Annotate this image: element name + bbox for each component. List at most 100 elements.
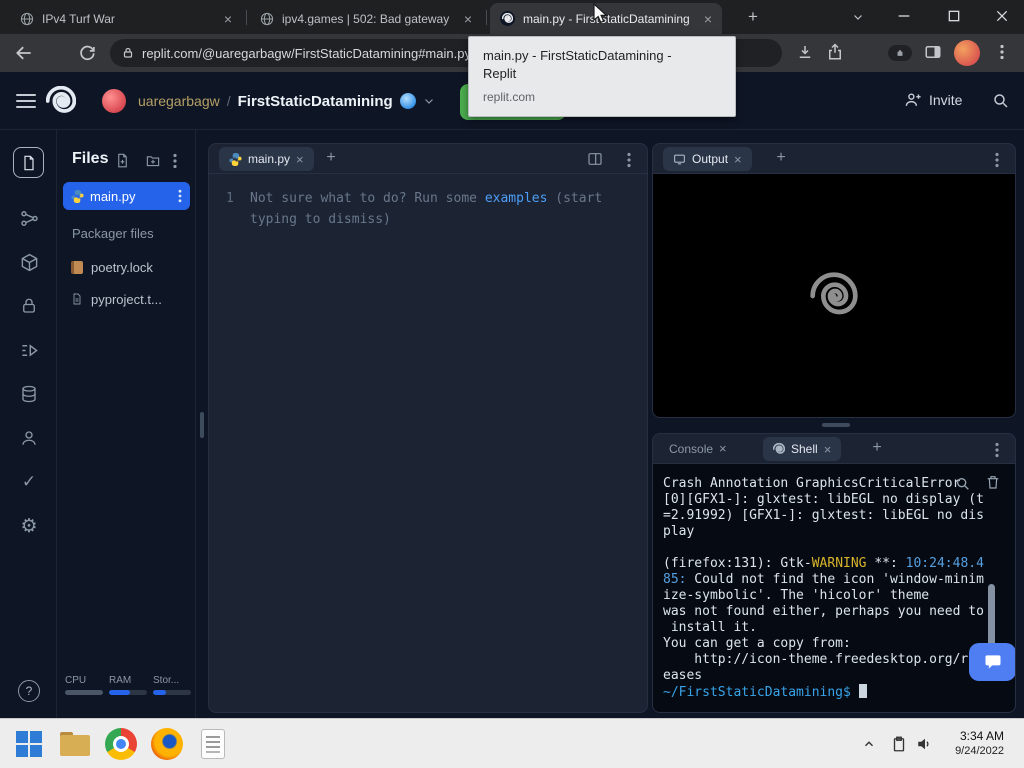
terminal-line: install it.	[663, 620, 757, 635]
output-menu-kebab-icon[interactable]	[995, 152, 999, 168]
clock-time: 3:34 AM	[959, 729, 1004, 743]
firefox-icon[interactable]	[150, 727, 184, 761]
breadcrumb-project[interactable]: FirstStaticDatamining	[238, 93, 393, 110]
terminal-trash-icon[interactable]	[985, 474, 1001, 490]
extensions-icon[interactable]	[888, 45, 912, 61]
play-list-icon[interactable]	[17, 338, 41, 362]
terminal-line: ize-symbolic'. The 'hicolor' theme	[663, 588, 930, 603]
browser-tabstrip: IPv4 Turf War × ipv4.games | 502: Bad ga…	[0, 0, 1024, 34]
invite-button[interactable]: Invite	[905, 91, 962, 108]
display-icon	[674, 154, 685, 164]
tab-close-icon[interactable]: ×	[464, 12, 472, 26]
text-editor-icon[interactable]	[196, 727, 230, 761]
shell-icon	[773, 443, 785, 455]
project-emoji-icon	[399, 93, 416, 109]
tab-close-icon[interactable]: ×	[296, 152, 304, 167]
loading-spiral-icon	[810, 272, 858, 320]
output-tab[interactable]: Output ×	[663, 147, 752, 171]
search-icon[interactable]	[992, 92, 1010, 110]
gear-icon[interactable]: ⚙	[17, 514, 41, 538]
output-display[interactable]	[653, 174, 1015, 417]
file-kebab-icon[interactable]	[178, 189, 182, 203]
terminal-line: =2.91992) [GFX1-]: glxtest: libEGL no di…	[663, 508, 984, 523]
output-new-tab-button[interactable]: +	[771, 148, 791, 168]
file-item[interactable]: poetry.lock	[63, 254, 190, 280]
tab-close-icon[interactable]: ×	[719, 441, 727, 456]
window-maximize-button[interactable]	[946, 8, 962, 24]
terminal-line: http://icon-theme.freedesktop.org/rel	[663, 652, 984, 667]
terminal[interactable]: Crash Annotation GraphicsCriticalError [0…	[653, 464, 1015, 712]
console-menu-kebab-icon[interactable]	[995, 442, 999, 458]
clipboard-icon[interactable]	[890, 735, 908, 753]
add-file-icon[interactable]	[115, 153, 130, 168]
editor-ghost-text: Not sure what to do? Run some examples (…	[250, 188, 602, 230]
window-minimize-button[interactable]	[896, 8, 912, 24]
help-icon[interactable]: ?	[18, 680, 40, 702]
tab-close-icon[interactable]: ×	[704, 12, 712, 26]
breadcrumb-separator: /	[226, 93, 231, 109]
new-tab-button[interactable]: +	[742, 6, 764, 28]
toml-file-icon	[73, 293, 81, 305]
side-panel-icon[interactable]	[924, 43, 942, 61]
tooltip-title-line1: main.py - FirstStaticDatamining -	[483, 48, 672, 63]
profile-avatar[interactable]	[954, 40, 980, 66]
meter-label: RAM	[109, 675, 132, 686]
packages-cube-icon[interactable]	[17, 250, 41, 274]
ghost-prefix: Not sure what to do? Run some	[250, 191, 485, 206]
replit-logo-icon[interactable]	[46, 86, 76, 116]
tab-close-icon[interactable]: ×	[224, 12, 232, 26]
console-new-tab-button[interactable]: +	[867, 438, 887, 458]
breadcrumb[interactable]: uaregarbagw / FirstStaticDatamining	[138, 72, 435, 130]
app-launcher-icon[interactable]	[12, 727, 46, 761]
files-section-label: Packager files	[72, 226, 154, 241]
file-item[interactable]: pyproject.t...	[63, 286, 190, 312]
tab-close-icon[interactable]: ×	[824, 442, 832, 457]
taskbar-clock[interactable]: 3:34 AM 9/24/2022	[920, 729, 1004, 759]
shell-tab[interactable]: Shell ×	[763, 437, 842, 461]
editor-tab-mainpy[interactable]: main.py ×	[219, 147, 314, 171]
terminal-line: ~/FirstStaticDatamining$	[663, 684, 1005, 701]
tab2-favicon-globe-icon	[260, 12, 274, 26]
add-folder-icon[interactable]	[145, 153, 161, 168]
user-avatar[interactable]	[102, 89, 126, 113]
download-icon[interactable]	[796, 43, 814, 61]
console-panel: Console × Shell × + Crash Annotation Gra…	[652, 433, 1016, 713]
browser-menu-kebab-icon[interactable]	[1000, 44, 1004, 60]
files-icon[interactable]	[13, 147, 44, 178]
tab-close-icon[interactable]: ×	[734, 152, 742, 167]
editor-new-tab-button[interactable]: +	[321, 148, 341, 168]
panel-resize-handle-vertical[interactable]	[200, 412, 204, 438]
breadcrumb-username[interactable]: uaregarbagw	[138, 93, 220, 109]
split-layout-icon[interactable]	[587, 151, 603, 167]
poetry-lock-icon	[71, 260, 83, 274]
chat-bubble-button[interactable]	[969, 643, 1015, 681]
tab-search-caret-icon[interactable]	[852, 11, 864, 23]
console-tab[interactable]: Console ×	[669, 441, 727, 456]
file-manager-icon[interactable]	[58, 727, 92, 761]
back-icon[interactable]	[14, 43, 34, 63]
browser-tab-2[interactable]: ipv4.games | 502: Bad gateway ×	[250, 3, 482, 34]
panel-resize-handle-horizontal[interactable]	[822, 423, 850, 427]
shell-tab-label: Shell	[791, 442, 818, 456]
secrets-lock-icon[interactable]	[17, 294, 41, 318]
version-control-icon[interactable]	[17, 206, 41, 230]
file-item-selected[interactable]: main.py	[63, 182, 190, 210]
terminal-search-icon[interactable]	[955, 476, 971, 492]
chrome-icon[interactable]	[104, 727, 138, 761]
hamburger-menu-icon[interactable]	[16, 94, 36, 108]
tray-chevron-up-icon[interactable]	[862, 737, 876, 751]
screen: IPv4 Turf War × ipv4.games | 502: Bad ga…	[0, 0, 1024, 768]
files-menu-kebab-icon[interactable]	[173, 153, 177, 169]
editor-menu-kebab-icon[interactable]	[627, 152, 631, 168]
window-close-button[interactable]	[994, 8, 1010, 24]
user-icon[interactable]	[17, 426, 41, 450]
chevron-down-icon[interactable]	[423, 95, 435, 107]
browser-tab-1[interactable]: IPv4 Turf War ×	[10, 3, 242, 34]
reload-icon[interactable]	[78, 43, 97, 62]
ghost-examples-link[interactable]: examples	[485, 191, 548, 206]
tab-tooltip: main.py - FirstStaticDatamining - Replit…	[468, 36, 736, 117]
database-icon[interactable]	[17, 382, 41, 406]
checkmark-icon[interactable]: ✓	[17, 470, 41, 494]
share-icon[interactable]	[826, 43, 844, 61]
